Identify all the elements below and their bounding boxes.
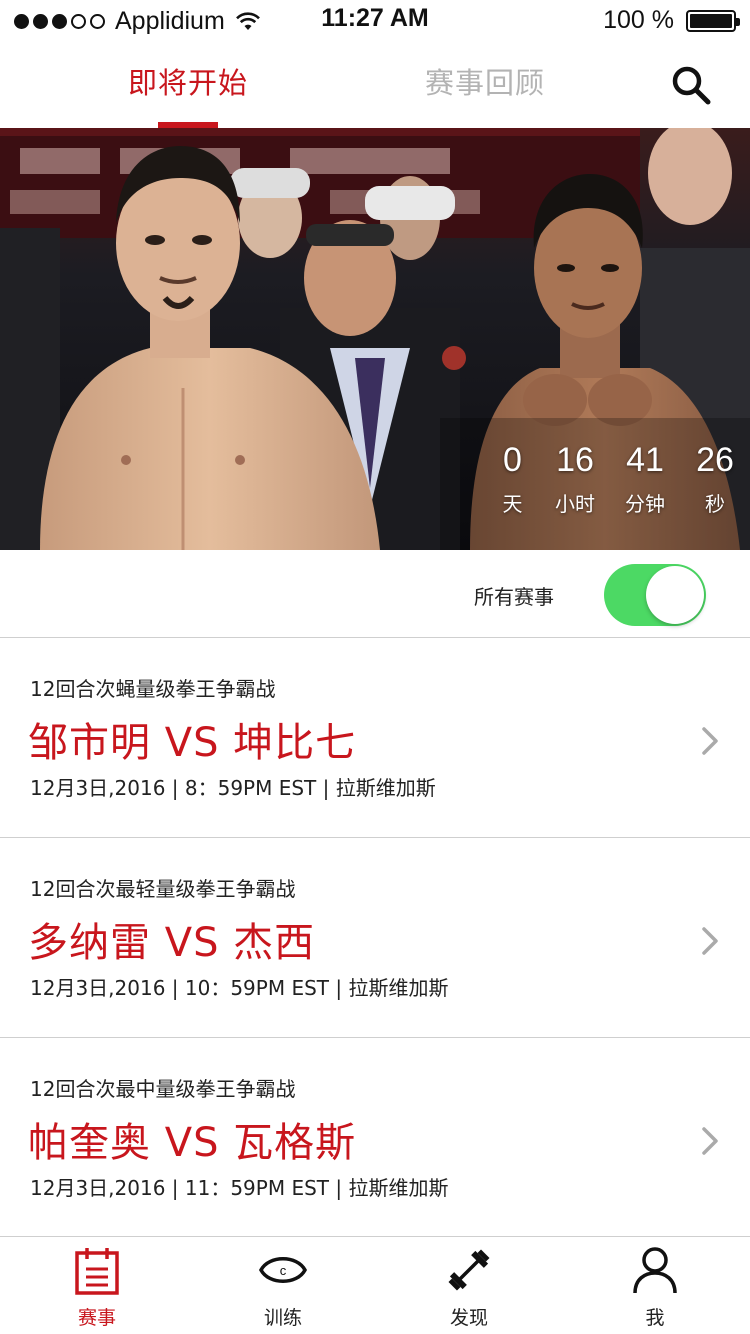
dumbbell-icon xyxy=(448,1249,490,1291)
carrier-name: Applidium xyxy=(115,7,225,35)
chevron-right-icon xyxy=(702,727,718,755)
countdown-timer: 0 天 16 小时 41 分钟 26 秒 xyxy=(485,440,750,517)
nav-discover[interactable]: 发现 xyxy=(399,1237,539,1334)
nav-label: 训练 xyxy=(263,1307,302,1329)
countdown-seconds: 26 秒 xyxy=(696,441,734,516)
nav-me[interactable]: 我 xyxy=(585,1237,725,1334)
chevron-right-icon xyxy=(702,927,718,955)
top-tab-bar: 即将开始 赛事回顾 xyxy=(0,40,750,128)
event-meta: 12月3日,2016 | 10：59PM EST | 拉斯维加斯 xyxy=(30,976,449,1000)
filter-label: 所有赛事 xyxy=(474,585,554,609)
tab-upcoming[interactable]: 即将开始 xyxy=(128,60,248,102)
status-bar: Applidium 11:27 AM 100 % xyxy=(0,0,750,40)
featured-fight-banner[interactable]: 0 天 16 小时 41 分钟 26 秒 xyxy=(0,128,750,550)
event-subtitle: 12回合次最轻量级拳王争霸战 xyxy=(30,877,296,901)
countdown-minutes: 41 分钟 xyxy=(625,441,665,516)
nav-training[interactable]: c 训练 xyxy=(213,1237,353,1334)
eye-c-icon: c xyxy=(259,1257,307,1283)
countdown-hours: 16 小时 xyxy=(555,441,595,516)
event-row[interactable]: 12回合次最中量级拳王争霸战 帕奎奥 VS 瓦格斯 12月3日,2016 | 1… xyxy=(0,1038,750,1236)
status-left: Applidium xyxy=(14,7,261,36)
signal-strength-icon xyxy=(14,14,105,29)
event-subtitle: 12回合次最中量级拳王争霸战 xyxy=(30,1077,296,1101)
chevron-right-icon xyxy=(702,1127,718,1155)
battery-percent: 100 % xyxy=(603,6,674,34)
bottom-tab-bar: 赛事 c 训练 发现 我 xyxy=(0,1236,750,1334)
nav-label: 发现 xyxy=(449,1307,488,1329)
wifi-icon xyxy=(235,11,260,30)
event-meta: 12月3日,2016 | 8：59PM EST | 拉斯维加斯 xyxy=(30,776,436,800)
event-meta: 12月3日,2016 | 11：59PM EST | 拉斯维加斯 xyxy=(30,1176,449,1200)
tab-review[interactable]: 赛事回顾 xyxy=(425,60,545,102)
nav-events[interactable]: 赛事 xyxy=(27,1237,167,1334)
nav-label: 我 xyxy=(645,1307,665,1329)
event-title: 帕奎奥 VS 瓦格斯 xyxy=(28,1120,357,1166)
svg-text:c: c xyxy=(280,1263,287,1278)
calendar-icon xyxy=(75,1248,119,1295)
countdown-days: 0 天 xyxy=(502,441,523,516)
battery-icon xyxy=(686,9,740,32)
all-events-toggle[interactable] xyxy=(604,564,706,626)
user-icon xyxy=(633,1247,677,1294)
search-icon[interactable] xyxy=(670,64,712,106)
event-title: 邹市明 VS 坤比七 xyxy=(28,720,357,766)
event-row[interactable]: 12回合次最轻量级拳王争霸战 多纳雷 VS 杰西 12月3日,2016 | 10… xyxy=(0,838,750,1038)
status-right: 100 % xyxy=(603,6,740,35)
nav-label: 赛事 xyxy=(77,1307,116,1329)
event-row[interactable]: 12回合次蝇量级拳王争霸战 邹市明 VS 坤比七 12月3日,2016 | 8：… xyxy=(0,638,750,838)
event-title: 多纳雷 VS 杰西 xyxy=(28,920,316,966)
battery-level xyxy=(690,13,732,28)
toggle-knob xyxy=(646,566,704,624)
all-events-filter: 所有赛事 xyxy=(0,550,750,638)
event-subtitle: 12回合次蝇量级拳王争霸战 xyxy=(30,677,276,701)
